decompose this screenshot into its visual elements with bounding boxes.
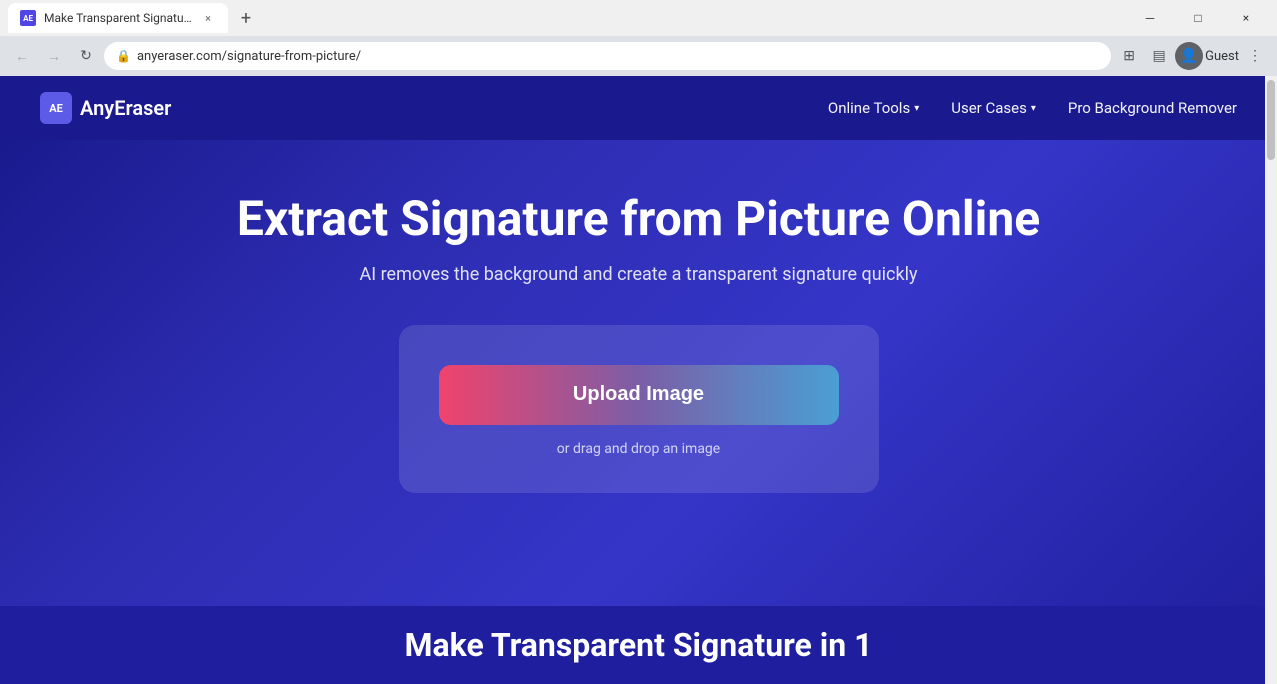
scrollbar[interactable] — [1265, 76, 1277, 684]
tab-title: Make Transparent Signature fr — [44, 11, 192, 25]
nav-pro-background-remover[interactable]: Pro Background Remover — [1068, 99, 1237, 117]
address-bar[interactable]: 🔒 anyeraser.com/signature-from-picture/ — [104, 42, 1111, 70]
website: AE AnyEraser Online Tools ▾ User Cases ▾… — [0, 76, 1277, 684]
forward-button[interactable]: → — [40, 42, 68, 70]
logo-text: AnyEraser — [80, 96, 171, 120]
page-content: AE AnyEraser Online Tools ▾ User Cases ▾… — [0, 76, 1277, 684]
logo[interactable]: AE AnyEraser — [40, 92, 171, 124]
browser-toolbar: ← → ↻ 🔒 anyeraser.com/signature-from-pic… — [0, 36, 1277, 76]
extensions-button[interactable]: ⊞ — [1115, 42, 1143, 70]
chevron-down-icon: ▾ — [914, 103, 919, 114]
upload-area: Upload Image or drag and drop an image — [399, 325, 879, 493]
close-button[interactable]: × — [1223, 3, 1269, 33]
browser-chrome: AE Make Transparent Signature fr × + ─ □… — [0, 0, 1277, 76]
menu-button[interactable]: ⋮ — [1241, 42, 1269, 70]
nav-user-cases[interactable]: User Cases ▾ — [951, 99, 1036, 117]
bottom-hint-section: Make Transparent Signature in 1 — [0, 606, 1277, 684]
tab-favicon: AE — [20, 10, 36, 26]
sidebar-button[interactable]: ▤ — [1145, 42, 1173, 70]
site-navigation: AE AnyEraser Online Tools ▾ User Cases ▾… — [0, 76, 1277, 140]
account-avatar[interactable]: 👤 — [1175, 42, 1203, 70]
hero-section: Extract Signature from Picture Online AI… — [0, 140, 1277, 606]
nav-links: Online Tools ▾ User Cases ▾ Pro Backgrou… — [828, 99, 1237, 117]
browser-titlebar: AE Make Transparent Signature fr × + ─ □… — [0, 0, 1277, 36]
lock-icon: 🔒 — [116, 49, 131, 63]
logo-icon: AE — [40, 92, 72, 124]
maximize-button[interactable]: □ — [1175, 3, 1221, 33]
active-tab[interactable]: AE Make Transparent Signature fr × — [8, 3, 228, 33]
refresh-button[interactable]: ↻ — [72, 42, 100, 70]
toolbar-right: ⊞ ▤ 👤 Guest ⋮ — [1115, 42, 1269, 70]
chevron-down-icon: ▾ — [1031, 103, 1036, 114]
hero-title: Extract Signature from Picture Online — [237, 190, 1040, 248]
scrollbar-thumb[interactable] — [1267, 80, 1275, 160]
upload-image-button[interactable]: Upload Image — [439, 365, 839, 425]
back-button[interactable]: ← — [8, 42, 36, 70]
nav-online-tools[interactable]: Online Tools ▾ — [828, 99, 919, 117]
bottom-hint-title: Make Transparent Signature in 1 — [40, 626, 1237, 664]
window-controls: ─ □ × — [1127, 3, 1269, 33]
address-text: anyeraser.com/signature-from-picture/ — [137, 49, 1099, 64]
new-tab-button[interactable]: + — [232, 4, 260, 32]
tab-close-button[interactable]: × — [200, 10, 216, 26]
drag-drop-text: or drag and drop an image — [557, 441, 720, 457]
minimize-button[interactable]: ─ — [1127, 3, 1173, 33]
guest-label: Guest — [1205, 49, 1239, 64]
hero-subtitle: AI removes the background and create a t… — [359, 264, 917, 285]
